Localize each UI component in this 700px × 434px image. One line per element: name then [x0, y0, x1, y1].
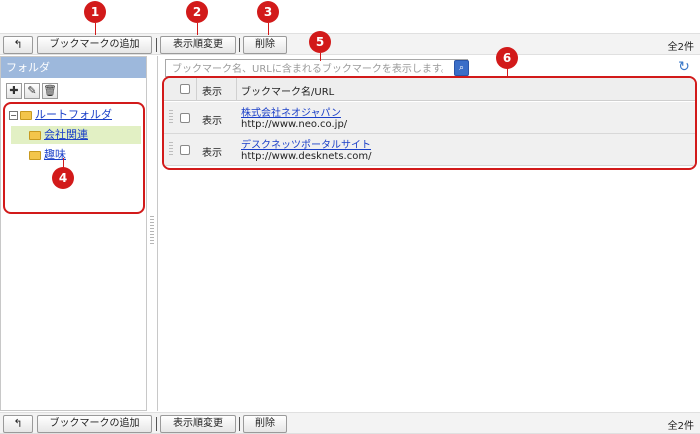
column-divider	[236, 78, 237, 101]
add-bookmark-button[interactable]: ブックマークの追加	[37, 415, 152, 433]
folder-icon	[29, 130, 41, 140]
toolbar-divider	[239, 38, 240, 52]
collapse-icon[interactable]: −	[9, 110, 18, 120]
toolbar-divider	[156, 38, 157, 52]
arrow-return-icon: ↰	[13, 417, 23, 430]
folder-tools: ✚ ✎ 🗑	[6, 83, 58, 99]
arrow-return-icon: ↰	[13, 38, 23, 51]
bookmark-list-panel: ⌕ ↻ 表示 ブックマーク名/URL 表示 株式会社ネオジャパン http://…	[157, 56, 700, 411]
toolbar-divider	[156, 417, 157, 431]
delete-button[interactable]: 削除	[243, 415, 287, 433]
panel-splitter[interactable]	[148, 56, 156, 411]
plus-icon[interactable]: ✚	[6, 83, 22, 99]
folder-icon	[20, 110, 32, 120]
folder-icon	[29, 150, 41, 160]
column-header-display: 表示	[202, 87, 222, 98]
row-display-toggle[interactable]: 表示	[202, 112, 222, 127]
callout-marker-4: 4	[52, 167, 74, 189]
table-header: 表示 ブックマーク名/URL	[164, 78, 695, 101]
toolbar-divider	[239, 417, 240, 431]
add-bookmark-button[interactable]: ブックマークの追加	[37, 36, 152, 54]
item-count: 全2件	[667, 42, 694, 53]
bookmark-name-link[interactable]: 株式会社ネオジャパン	[241, 104, 341, 119]
callout-line-1	[95, 23, 96, 35]
folder-panel: フォルダ ✚ ✎ 🗑 − ルートフォルダ 会社関連 趣味	[0, 56, 147, 411]
callout-marker-1: 1	[84, 1, 106, 23]
trash-icon[interactable]: 🗑	[42, 83, 58, 99]
row-checkbox[interactable]	[180, 113, 190, 123]
back-button[interactable]: ↰	[3, 415, 33, 433]
tree-item-label[interactable]: ルートフォルダ	[35, 108, 112, 121]
select-all-checkbox[interactable]	[180, 84, 190, 94]
callout-marker-3: 3	[257, 1, 279, 23]
delete-button[interactable]: 削除	[243, 36, 287, 54]
folder-panel-header: フォルダ	[1, 57, 146, 78]
search-icon[interactable]: ⌕	[454, 60, 469, 76]
bookmark-table: 表示 ブックマーク名/URL 表示 株式会社ネオジャパン http://www.…	[162, 76, 697, 170]
tree-item-root[interactable]: − ルートフォルダ	[9, 106, 112, 124]
row-checkbox[interactable]	[180, 145, 190, 155]
bottom-toolbar: ↰ ブックマークの追加 表示順変更 削除 全2件	[0, 412, 700, 434]
callout-marker-5: 5	[309, 31, 331, 53]
change-order-button[interactable]: 表示順変更	[160, 415, 236, 433]
bookmark-url: http://www.neo.co.jp/	[241, 119, 348, 130]
column-divider	[196, 78, 197, 101]
callout-line-2	[197, 23, 198, 35]
callout-marker-2: 2	[186, 1, 208, 23]
tree-item-hobby[interactable]: 趣味	[11, 146, 66, 164]
top-toolbar: ↰ ブックマークの追加 表示順変更 削除 全2件	[0, 33, 700, 55]
drag-handle-icon[interactable]	[150, 216, 154, 246]
pencil-icon[interactable]: ✎	[24, 83, 40, 99]
tree-item-company[interactable]: 会社関連	[11, 126, 141, 144]
drag-handle-icon[interactable]	[169, 142, 173, 156]
search-input[interactable]	[165, 59, 468, 77]
bookmark-name-link[interactable]: デスクネッツポータルサイト	[241, 136, 371, 151]
item-count: 全2件	[667, 421, 694, 432]
refresh-icon[interactable]: ↻	[676, 59, 692, 75]
table-row[interactable]: 表示 株式会社ネオジャパン http://www.neo.co.jp/	[164, 102, 695, 134]
table-row[interactable]: 表示 デスクネッツポータルサイト http://www.desknets.com…	[164, 134, 695, 166]
row-display-toggle[interactable]: 表示	[202, 144, 222, 159]
bookmark-url: http://www.desknets.com/	[241, 151, 372, 162]
column-header-name: ブックマーク名/URL	[241, 87, 335, 98]
callout-marker-6: 6	[496, 47, 518, 69]
callout-line-6	[507, 69, 508, 76]
folder-tree: − ルートフォルダ 会社関連 趣味	[3, 102, 145, 214]
back-button[interactable]: ↰	[3, 36, 33, 54]
tree-item-label[interactable]: 会社関連	[44, 128, 88, 141]
callout-line-5	[320, 53, 321, 61]
drag-handle-icon[interactable]	[169, 110, 173, 124]
callout-line-3	[268, 23, 269, 35]
change-order-button[interactable]: 表示順変更	[160, 36, 236, 54]
